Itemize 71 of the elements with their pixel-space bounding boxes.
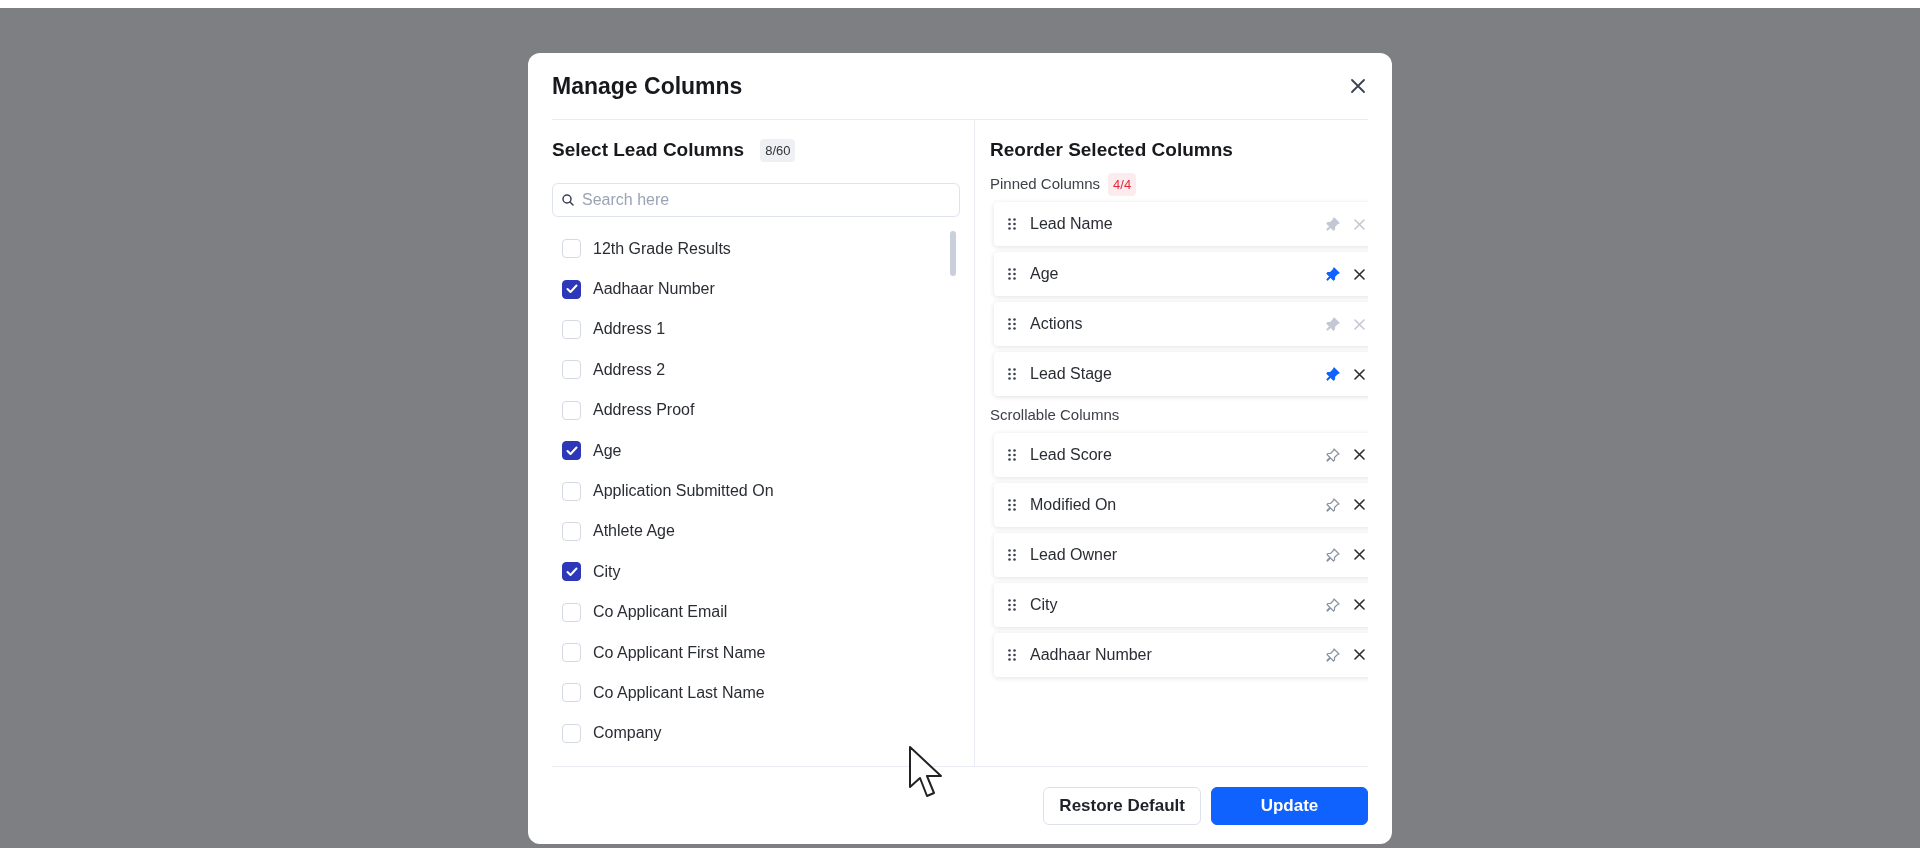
remove-icon[interactable] <box>1354 368 1365 380</box>
column-label: Actions <box>1030 314 1084 334</box>
column-label: Lead Owner <box>1030 544 1119 565</box>
remove-icon[interactable] <box>1354 649 1365 660</box>
drag-handle-icon[interactable] <box>1008 498 1016 511</box>
panel-title: Reorder Selected Columns <box>990 138 1234 162</box>
checkmark-icon <box>565 445 578 456</box>
column-label: City <box>1030 594 1059 615</box>
panel-title: Select Lead Columns <box>552 138 745 162</box>
option-label: Co Applicant First Name <box>593 642 766 663</box>
pin-icon[interactable] <box>1326 497 1340 512</box>
checkbox[interactable] <box>562 562 581 582</box>
remove-icon[interactable] <box>1354 599 1365 610</box>
remove-icon[interactable] <box>1354 499 1365 510</box>
scrollbar-thumb[interactable] <box>950 230 956 276</box>
column-item[interactable]: Lead Score <box>994 432 1368 477</box>
drag-handle-icon[interactable] <box>1008 268 1016 280</box>
option-label: Co Applicant Email <box>593 602 728 623</box>
group-label: Pinned Columns <box>990 174 1101 194</box>
option-label: Address Proof <box>593 400 695 421</box>
drag-handle-icon[interactable] <box>1008 648 1016 661</box>
column-label: Lead Name <box>1030 214 1114 234</box>
pin-icon[interactable] <box>1326 647 1340 662</box>
option-label: Aadhaar Number <box>593 279 715 300</box>
option-label: 12th Grade Results <box>593 238 731 259</box>
column-item[interactable]: Modified On <box>994 482 1368 527</box>
pin-icon[interactable] <box>1326 597 1340 612</box>
drag-handle-icon[interactable] <box>1008 368 1016 380</box>
column-item[interactable]: Aadhaar Number <box>994 632 1368 677</box>
checkmark-icon <box>565 566 578 577</box>
option-label: Address 2 <box>593 359 666 380</box>
checkbox[interactable] <box>562 441 581 461</box>
column-item[interactable]: City <box>994 582 1368 627</box>
option-label: Age <box>593 440 622 461</box>
pin-icon[interactable] <box>1326 267 1340 281</box>
drag-handle-icon[interactable] <box>1008 448 1016 461</box>
column-item[interactable]: Lead Stage <box>994 352 1368 396</box>
checkbox[interactable] <box>562 279 581 299</box>
search-field[interactable]: Search here <box>552 182 960 217</box>
remove-icon[interactable] <box>1354 549 1365 560</box>
drag-handle-icon[interactable] <box>1008 598 1016 611</box>
column-label: Lead Score <box>1030 444 1113 465</box>
drag-handle-icon[interactable] <box>1008 318 1016 330</box>
column-item[interactable]: Lead Owner <box>994 532 1368 577</box>
column-item[interactable]: Age <box>994 252 1368 296</box>
restore-default-button[interactable]: Restore Default <box>1043 786 1201 825</box>
option-label: Application Submitted On <box>593 481 774 502</box>
dialog-title: Manage Columns <box>552 71 743 101</box>
column-label: Modified On <box>1030 494 1118 515</box>
drag-handle-icon[interactable] <box>1008 548 1016 561</box>
option-label: Address 1 <box>593 319 666 340</box>
selected-count: 8/60 <box>760 138 796 162</box>
drag-handle-icon[interactable] <box>1008 218 1016 230</box>
option-label: Co Applicant Last Name <box>593 683 765 703</box>
column-label: Lead Stage <box>1030 364 1113 384</box>
option-label: Athlete Age <box>593 521 675 542</box>
update-button[interactable]: Update <box>1211 786 1368 825</box>
column-label: Age <box>1030 264 1060 284</box>
pin-icon[interactable] <box>1326 547 1340 562</box>
checkmark-icon <box>565 284 578 295</box>
close-icon <box>1350 78 1366 94</box>
group-label: Scrollable Columns <box>990 405 1120 425</box>
remove-icon[interactable] <box>1354 268 1365 280</box>
pinned-count: 4/4 <box>1108 172 1137 196</box>
pin-icon[interactable] <box>1326 447 1340 462</box>
option-label: City <box>593 561 621 582</box>
remove-icon[interactable] <box>1354 449 1365 460</box>
option-label: Company <box>593 723 662 744</box>
pin-icon[interactable] <box>1326 367 1340 381</box>
close-button[interactable] <box>1348 76 1368 96</box>
column-label: Aadhaar Number <box>1030 644 1153 665</box>
